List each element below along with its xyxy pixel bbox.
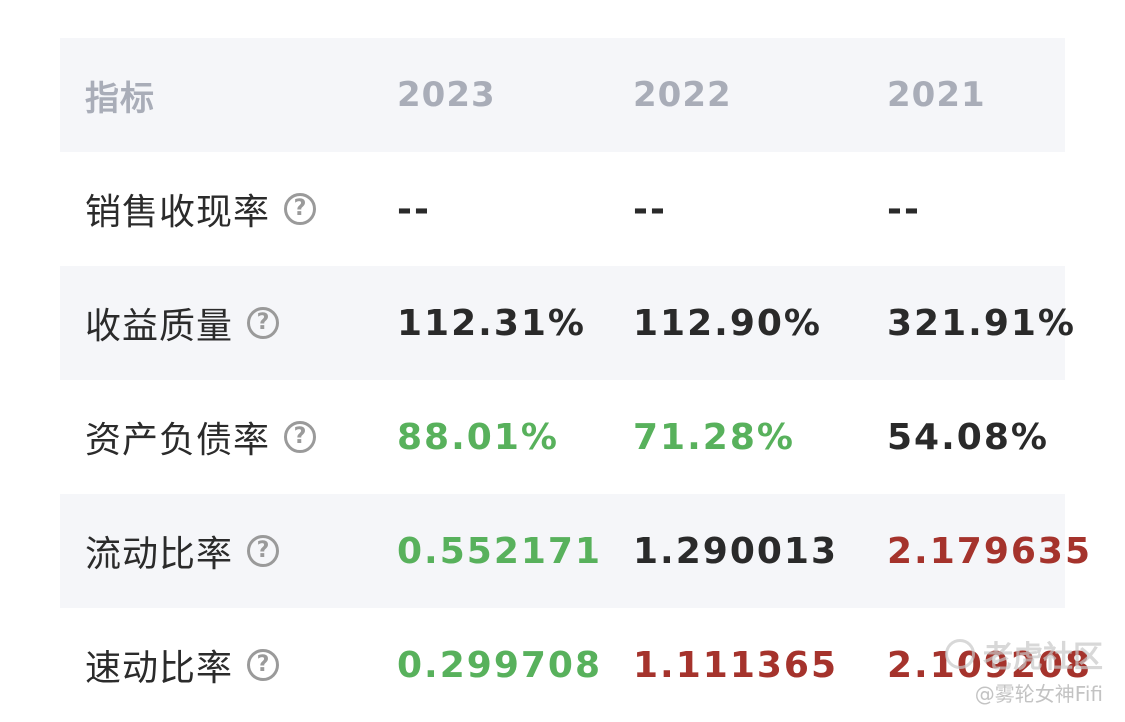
table-row: 速动比率 ? 0.299708 1.111365 2.109208 [60, 608, 1065, 722]
table-header-row: 指标 2023 2022 2021 [60, 38, 1065, 152]
value-2022: 1.290013 [633, 494, 838, 608]
value-2023: -- [397, 152, 431, 266]
value-2022: 71.28% [633, 380, 795, 494]
value-2023: 112.31% [397, 266, 586, 380]
header-year-2022: 2022 [633, 38, 732, 152]
value-2021: 2.179635 [887, 494, 1092, 608]
metric-label: 流动比率 [85, 525, 233, 577]
header-year-2021: 2021 [887, 38, 986, 152]
table-row: 流动比率 ? 0.552171 1.290013 2.179635 [60, 494, 1065, 608]
watermark-user: @雾轮女神Fifi [945, 678, 1103, 707]
metric-label-cell: 销售收现率 ? [85, 152, 316, 266]
value-2023: 0.552171 [397, 494, 602, 608]
metric-label: 资产负债率 [85, 411, 270, 463]
value-2021: 321.91% [887, 266, 1076, 380]
financial-metrics-table: 指标 2023 2022 2021 销售收现率 ? -- -- -- 收益质量 … [60, 38, 1065, 722]
table-row: 资产负债率 ? 88.01% 71.28% 54.08% [60, 380, 1065, 494]
question-circle-icon[interactable]: ? [284, 421, 316, 453]
question-circle-icon[interactable]: ? [247, 535, 279, 567]
header-year-2023: 2023 [397, 38, 496, 152]
watermark-brand: 老虎社区 [983, 632, 1103, 676]
table-row: 收益质量 ? 112.31% 112.90% 321.91% [60, 266, 1065, 380]
value-2022: 1.111365 [633, 608, 838, 722]
metric-label: 收益质量 [85, 297, 233, 349]
value-2023: 0.299708 [397, 608, 602, 722]
value-2023: 88.01% [397, 380, 559, 494]
metric-label: 销售收现率 [85, 183, 270, 235]
metric-label-cell: 收益质量 ? [85, 266, 279, 380]
metric-label-cell: 速动比率 ? [85, 608, 279, 722]
metric-label-cell: 流动比率 ? [85, 494, 279, 608]
header-metric: 指标 [85, 38, 155, 152]
value-2022: 112.90% [633, 266, 822, 380]
value-2021: 54.08% [887, 380, 1049, 494]
watermark: 老虎社区 @雾轮女神Fifi [945, 632, 1103, 707]
question-circle-icon[interactable]: ? [247, 649, 279, 681]
value-2021: -- [887, 152, 921, 266]
metric-label-cell: 资产负债率 ? [85, 380, 316, 494]
table-row: 销售收现率 ? -- -- -- [60, 152, 1065, 266]
value-2022: -- [633, 152, 667, 266]
watermark-logo: 老虎社区 [945, 632, 1103, 676]
question-circle-icon[interactable]: ? [284, 193, 316, 225]
tiger-logo-icon [945, 639, 975, 669]
question-circle-icon[interactable]: ? [247, 307, 279, 339]
metric-label: 速动比率 [85, 639, 233, 691]
